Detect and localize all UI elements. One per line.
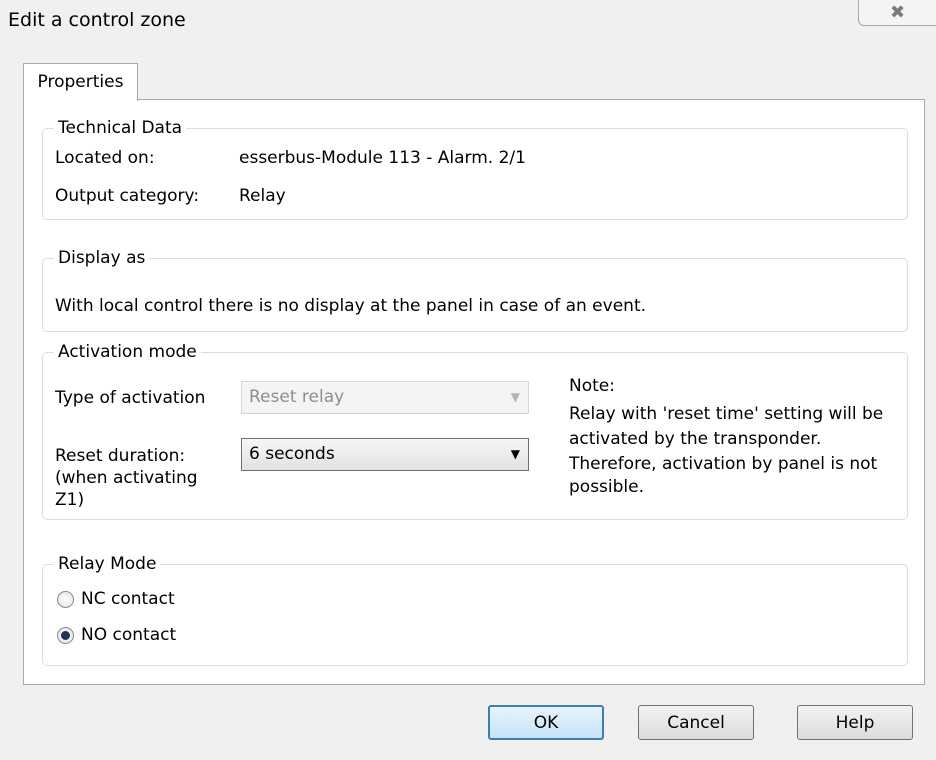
- reset-duration-sublabel: (when activating: [55, 468, 198, 488]
- output-category-label: Output category:: [55, 186, 200, 206]
- ok-button[interactable]: OK: [488, 705, 604, 740]
- located-on-value: esserbus-Module 113 - Alarm. 2/1: [239, 148, 526, 168]
- no-contact-label[interactable]: NO contact: [81, 624, 176, 646]
- nc-contact-label[interactable]: NC contact: [81, 588, 175, 610]
- display-as-legend: Display as: [54, 247, 150, 269]
- close-icon: ✖: [889, 2, 906, 23]
- reset-duration-value: 6 seconds: [249, 444, 335, 464]
- technical-data-group: Technical Data Located on: esserbus-Modu…: [42, 117, 908, 220]
- display-as-group: Display as With local control there is n…: [42, 247, 908, 332]
- properties-panel: Technical Data Located on: esserbus-Modu…: [23, 99, 925, 685]
- technical-data-legend: Technical Data: [54, 117, 187, 139]
- activation-mode-group: Activation mode Type of activation Reset…: [42, 341, 908, 520]
- located-on-label: Located on:: [55, 148, 155, 168]
- relay-mode-group: Relay Mode NC contact NO contact: [42, 553, 908, 666]
- no-contact-radio[interactable]: [57, 627, 74, 644]
- note-line-1: Relay with 'reset time' setting will be: [569, 404, 884, 424]
- reset-duration-sublabel-zone: Z1): [55, 490, 85, 510]
- type-of-activation-select: Reset relay ▼: [241, 381, 529, 414]
- display-as-text: With local control there is no display a…: [55, 296, 647, 316]
- dialog-title: Edit a control zone: [8, 9, 186, 31]
- note-title: Note:: [569, 376, 615, 396]
- help-button[interactable]: Help: [797, 705, 913, 740]
- tab-properties[interactable]: Properties: [23, 63, 138, 101]
- close-button[interactable]: ✖: [858, 0, 936, 26]
- reset-duration-label: Reset duration:: [55, 446, 186, 466]
- output-category-value: Relay: [239, 186, 286, 206]
- note-line-4: possible.: [569, 477, 645, 497]
- activation-mode-legend: Activation mode: [54, 341, 201, 363]
- type-of-activation-value: Reset relay: [249, 387, 345, 407]
- note-line-3: Therefore, activation by panel is not: [569, 454, 878, 474]
- relay-mode-legend: Relay Mode: [54, 553, 161, 575]
- nc-contact-radio[interactable]: [57, 591, 74, 608]
- cancel-button[interactable]: Cancel: [638, 705, 754, 740]
- note-line-2: activated by the transponder.: [569, 429, 822, 449]
- type-of-activation-label: Type of activation: [55, 388, 206, 408]
- chevron-down-icon: ▼: [510, 390, 520, 404]
- reset-duration-select[interactable]: 6 seconds ▼: [241, 438, 529, 471]
- chevron-down-icon: ▼: [510, 447, 520, 461]
